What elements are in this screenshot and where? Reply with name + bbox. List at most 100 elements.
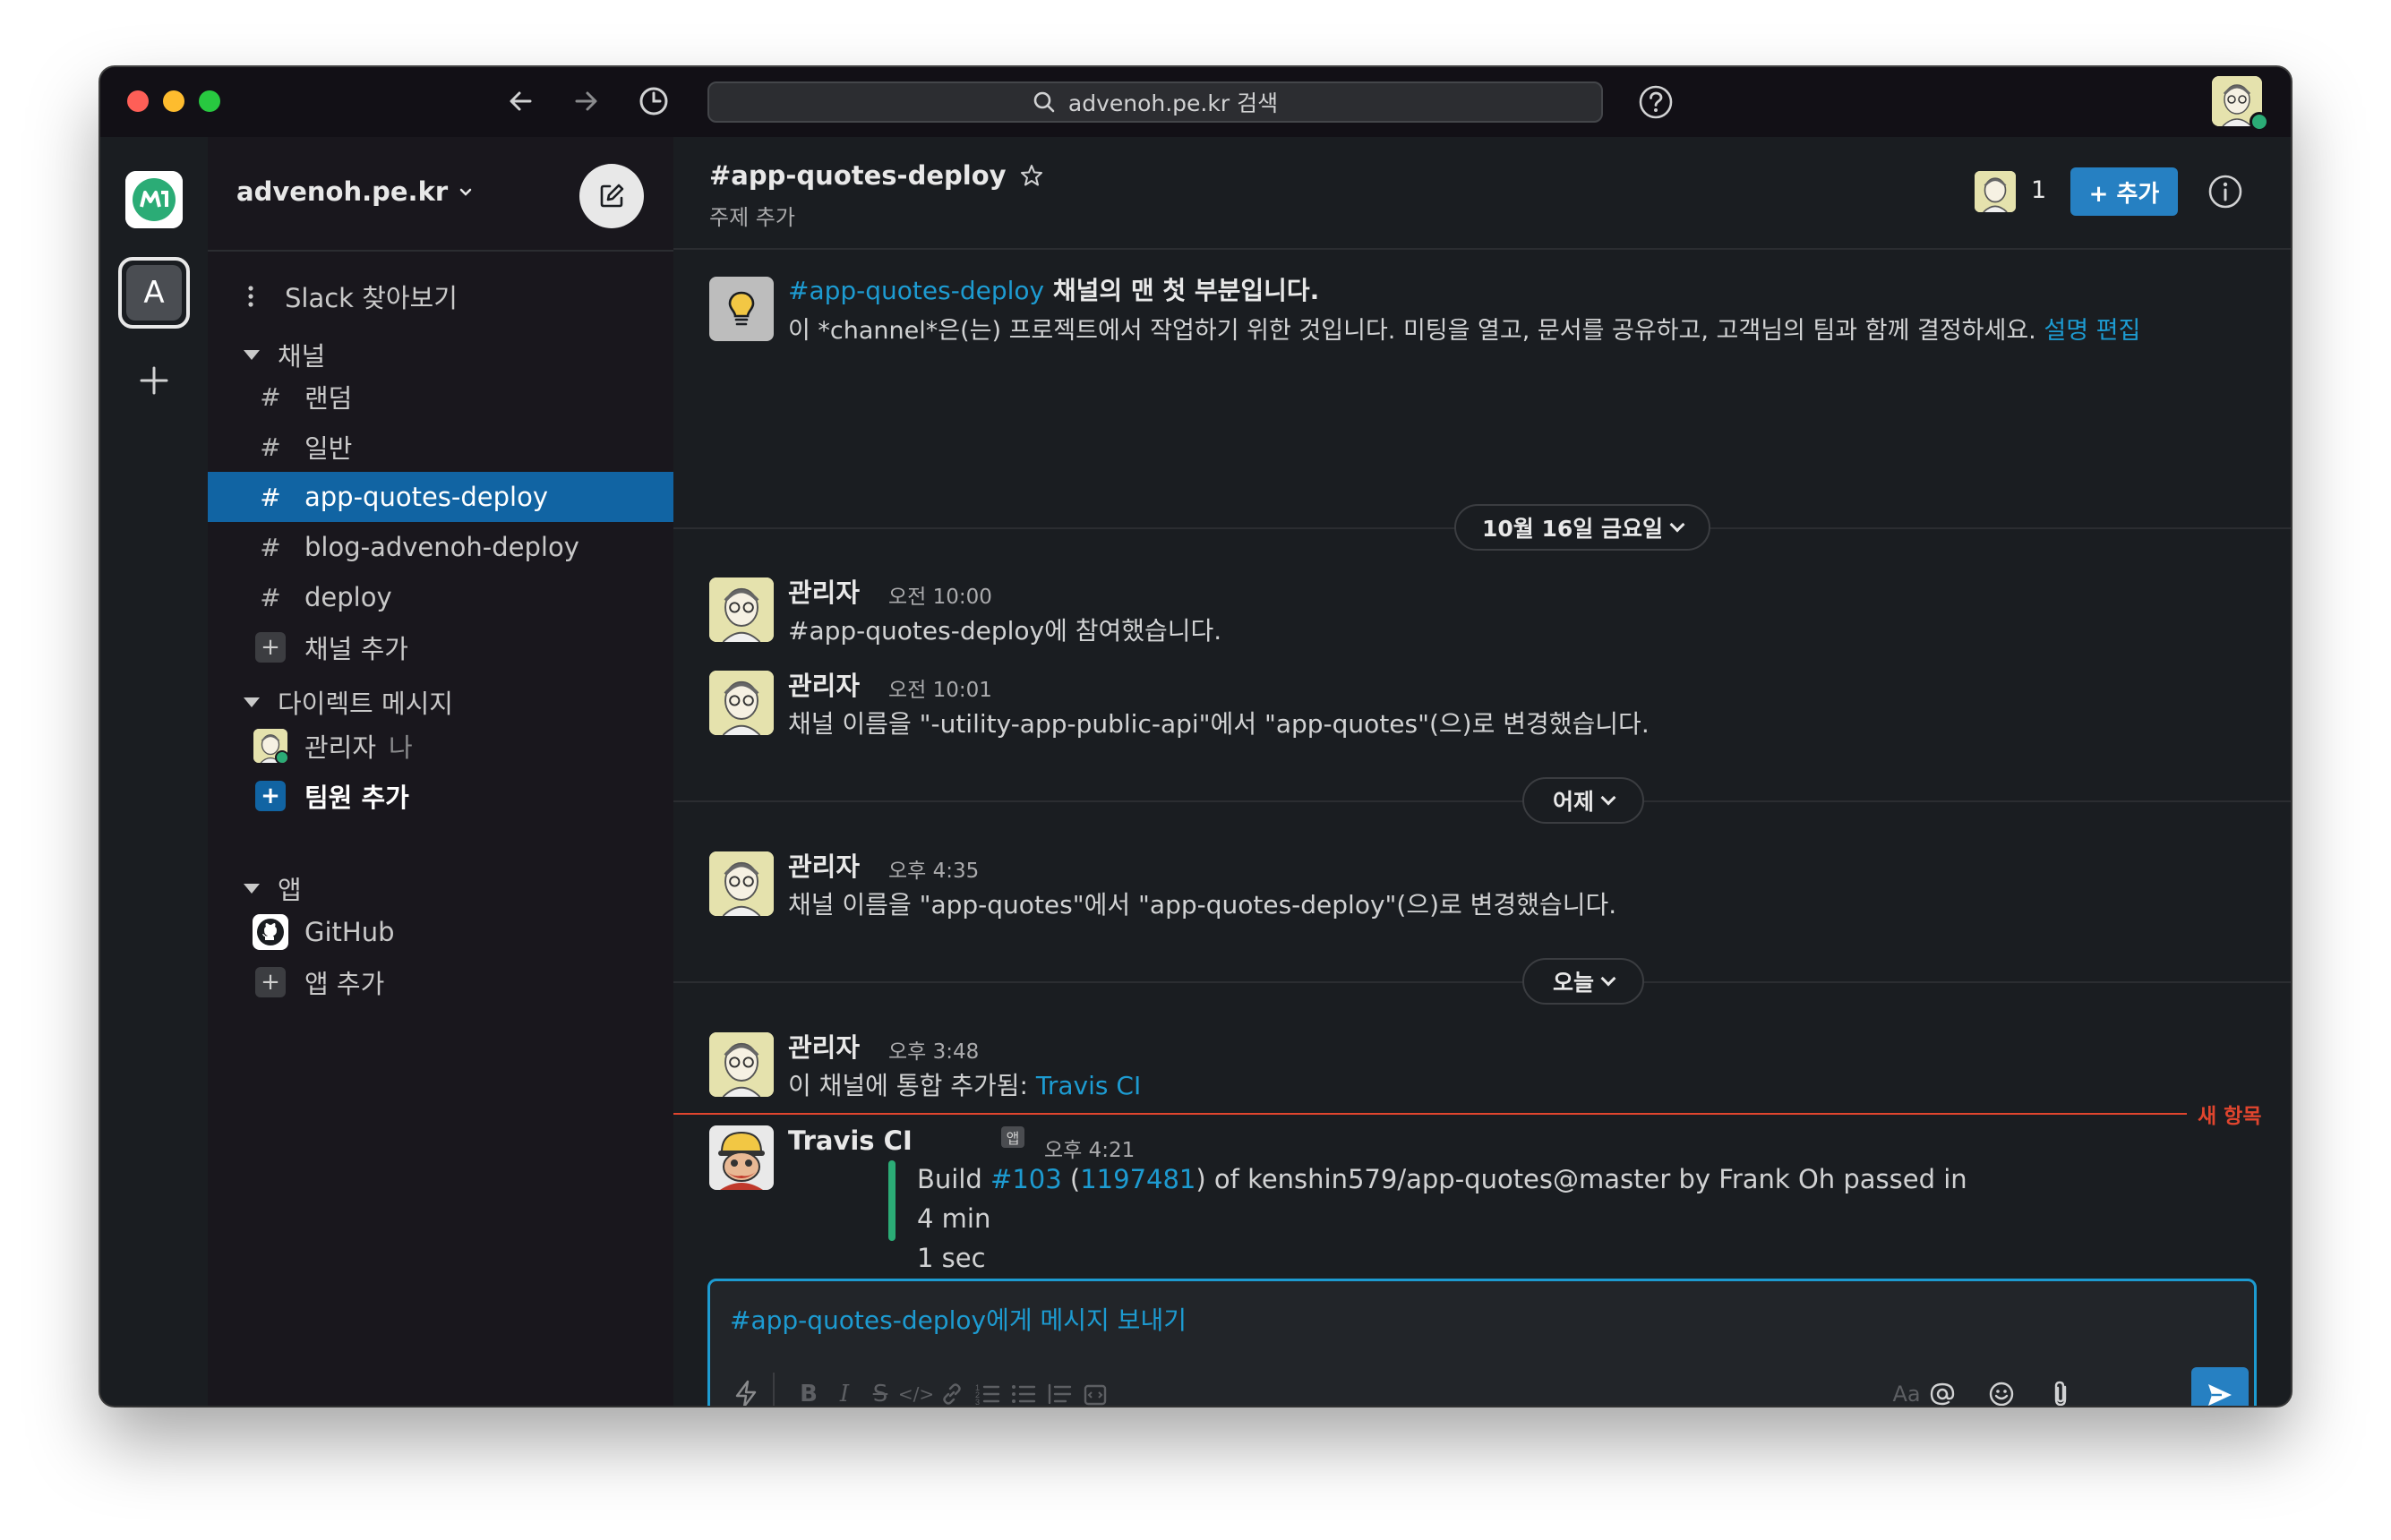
- lightbulb-icon-box: [709, 277, 774, 341]
- message-author[interactable]: 관리자: [788, 846, 860, 884]
- add-workspace-icon[interactable]: [136, 363, 172, 398]
- add-channel-button[interactable]: + 채널 추가: [208, 622, 673, 672]
- channels-section-header[interactable]: 채널: [244, 336, 325, 373]
- workspace-letter: A: [126, 265, 182, 321]
- close-window-button[interactable]: [127, 90, 149, 112]
- sidebar-item-label: 앱 추가: [304, 969, 385, 999]
- bulleted-list-icon[interactable]: [1006, 1376, 1041, 1406]
- day-divider-yesterday[interactable]: 어제: [1522, 777, 1644, 824]
- sidebar-item-dm-self[interactable]: 관리자 나: [208, 721, 673, 771]
- apps-section-header[interactable]: 앱: [244, 869, 302, 907]
- avatar[interactable]: [709, 671, 774, 735]
- back-arrow-icon[interactable]: [503, 83, 539, 119]
- sidebar-item-app-github[interactable]: GitHub: [208, 907, 673, 957]
- message-author[interactable]: 관리자: [788, 665, 860, 703]
- search-bar[interactable]: advenoh.pe.kr 검색: [707, 81, 1603, 123]
- italic-icon[interactable]: I: [827, 1376, 862, 1406]
- compose-button[interactable]: [579, 164, 644, 228]
- add-member-button[interactable]: + 팀원 추가: [208, 771, 673, 821]
- channel-topic[interactable]: 주제 추가: [709, 200, 795, 231]
- ordered-list-icon[interactable]: 123: [970, 1376, 1006, 1406]
- attachment-status-bar: [888, 1160, 896, 1241]
- help-icon[interactable]: [1637, 83, 1675, 121]
- avatar-face-icon: [709, 578, 774, 642]
- build-number-link[interactable]: #103: [990, 1164, 1062, 1194]
- placeholder-suffix: 에게 메시지 보내기: [986, 1305, 1187, 1335]
- member-count[interactable]: 1: [2031, 176, 2046, 204]
- sidebar-item-label: 팀원 추가: [304, 783, 409, 813]
- member-avatar[interactable]: [1975, 171, 2016, 212]
- bold-icon[interactable]: B: [791, 1376, 827, 1406]
- travis-ci-avatar[interactable]: [709, 1125, 774, 1190]
- hash-icon: #: [260, 381, 281, 412]
- info-icon[interactable]: [2207, 173, 2244, 210]
- sidebar-item-channel-random[interactable]: # 랜덤: [208, 372, 673, 422]
- avatar[interactable]: [709, 851, 774, 916]
- message-author[interactable]: 관리자: [788, 1027, 860, 1065]
- message-timestamp[interactable]: 오후 3:48: [888, 1034, 979, 1065]
- channel-intro-description: 이 *channel*은(는) 프로젝트에서 작업하기 위한 것입니다. 미팅을…: [788, 311, 2140, 346]
- section-label: 채널: [278, 341, 326, 372]
- presence-dot: [2250, 112, 2269, 132]
- strikethrough-icon[interactable]: S: [862, 1376, 898, 1406]
- blockquote-icon[interactable]: [1041, 1376, 1077, 1406]
- workspace-switcher-a[interactable]: A: [118, 257, 190, 329]
- hash-icon: #: [260, 482, 281, 512]
- message-timestamp[interactable]: 오전 10:00: [888, 579, 992, 610]
- workspace-name-menu[interactable]: advenoh.pe.kr: [236, 176, 475, 207]
- workspace-logo-icon: [125, 171, 183, 228]
- channel-title: #app-quotes-deploy: [709, 160, 1007, 191]
- toolbar-divider: [773, 1373, 775, 1406]
- message-author[interactable]: 관리자: [788, 572, 860, 610]
- message-timestamp[interactable]: 오후 4:21: [1044, 1133, 1135, 1163]
- sidebar-item-channel-deploy[interactable]: # deploy: [208, 572, 673, 622]
- shortcuts-icon[interactable]: [728, 1376, 764, 1406]
- format-icon[interactable]: Aa: [1889, 1376, 1924, 1406]
- add-app-button[interactable]: + 앱 추가: [208, 957, 673, 1007]
- channel-link[interactable]: #app-quotes-deploy: [788, 276, 1044, 305]
- avatar-face-icon: [1975, 171, 2016, 212]
- sidebar-item-label: 랜덤: [304, 383, 353, 414]
- star-icon[interactable]: [1019, 163, 1044, 188]
- avatar[interactable]: [709, 1032, 774, 1097]
- zoom-window-button[interactable]: [199, 90, 220, 112]
- day-divider-oct16[interactable]: 10월 16일 금요일: [1454, 504, 1710, 551]
- sidebar-item-channel-blog-advenoh-deploy[interactable]: # blog-advenoh-deploy: [208, 522, 673, 572]
- sidebar-item-label: 채널 추가: [304, 634, 408, 664]
- mention-icon[interactable]: [1924, 1376, 1960, 1406]
- workspace-logo[interactable]: [125, 171, 183, 228]
- sidebar-item-label: 관리자: [304, 732, 377, 763]
- sidebar-item-channel-general[interactable]: # 일반: [208, 422, 673, 472]
- minimize-window-button[interactable]: [163, 90, 184, 112]
- add-people-button[interactable]: + 추가: [2070, 167, 2178, 216]
- hash-icon: #: [260, 432, 281, 462]
- history-icon[interactable]: [636, 83, 672, 119]
- day-divider-today[interactable]: 오늘: [1522, 958, 1644, 1005]
- code-block-icon[interactable]: [1077, 1376, 1113, 1406]
- forward-arrow-icon[interactable]: [568, 83, 604, 119]
- message-composer[interactable]: #app-quotes-deploy에게 메시지 보내기 B I S </> 1…: [707, 1279, 2257, 1406]
- message-timestamp[interactable]: 오전 10:01: [888, 672, 992, 703]
- lightbulb-icon: [728, 291, 755, 326]
- code-icon[interactable]: </>: [898, 1376, 934, 1406]
- message-text-prefix: 이 채널에 통합 추가됨:: [788, 1071, 1036, 1100]
- intro-title-suffix: 채널의 맨 첫 부분입니다.: [1044, 276, 1320, 305]
- commit-link[interactable]: 1197481: [1080, 1164, 1196, 1194]
- dm-section-header[interactable]: 다이렉트 메시지: [244, 683, 453, 721]
- travis-ci-link[interactable]: Travis CI: [1036, 1071, 1141, 1100]
- message-timestamp[interactable]: 오후 4:35: [888, 853, 979, 884]
- edit-description-link[interactable]: 설명 편집: [2044, 317, 2140, 345]
- send-button[interactable]: [2191, 1367, 2249, 1406]
- build-prefix: Build: [917, 1164, 991, 1194]
- attachment-icon[interactable]: [2043, 1376, 2078, 1406]
- composer-placeholder[interactable]: #app-quotes-deploy에게 메시지 보내기: [730, 1301, 1187, 1337]
- sidebar-item-browse-slack[interactable]: Slack 찾아보기: [208, 271, 673, 321]
- search-icon: [1033, 91, 1055, 113]
- message-author[interactable]: Travis CI: [788, 1125, 913, 1156]
- avatar[interactable]: [709, 578, 774, 642]
- search-text: advenoh.pe.kr 검색: [1067, 90, 1279, 116]
- sidebar-item-channel-app-quotes-deploy[interactable]: # app-quotes-deploy: [208, 472, 673, 522]
- emoji-icon[interactable]: [1984, 1376, 2019, 1406]
- link-icon[interactable]: [934, 1376, 970, 1406]
- channel-title-button[interactable]: #app-quotes-deploy: [709, 160, 1044, 191]
